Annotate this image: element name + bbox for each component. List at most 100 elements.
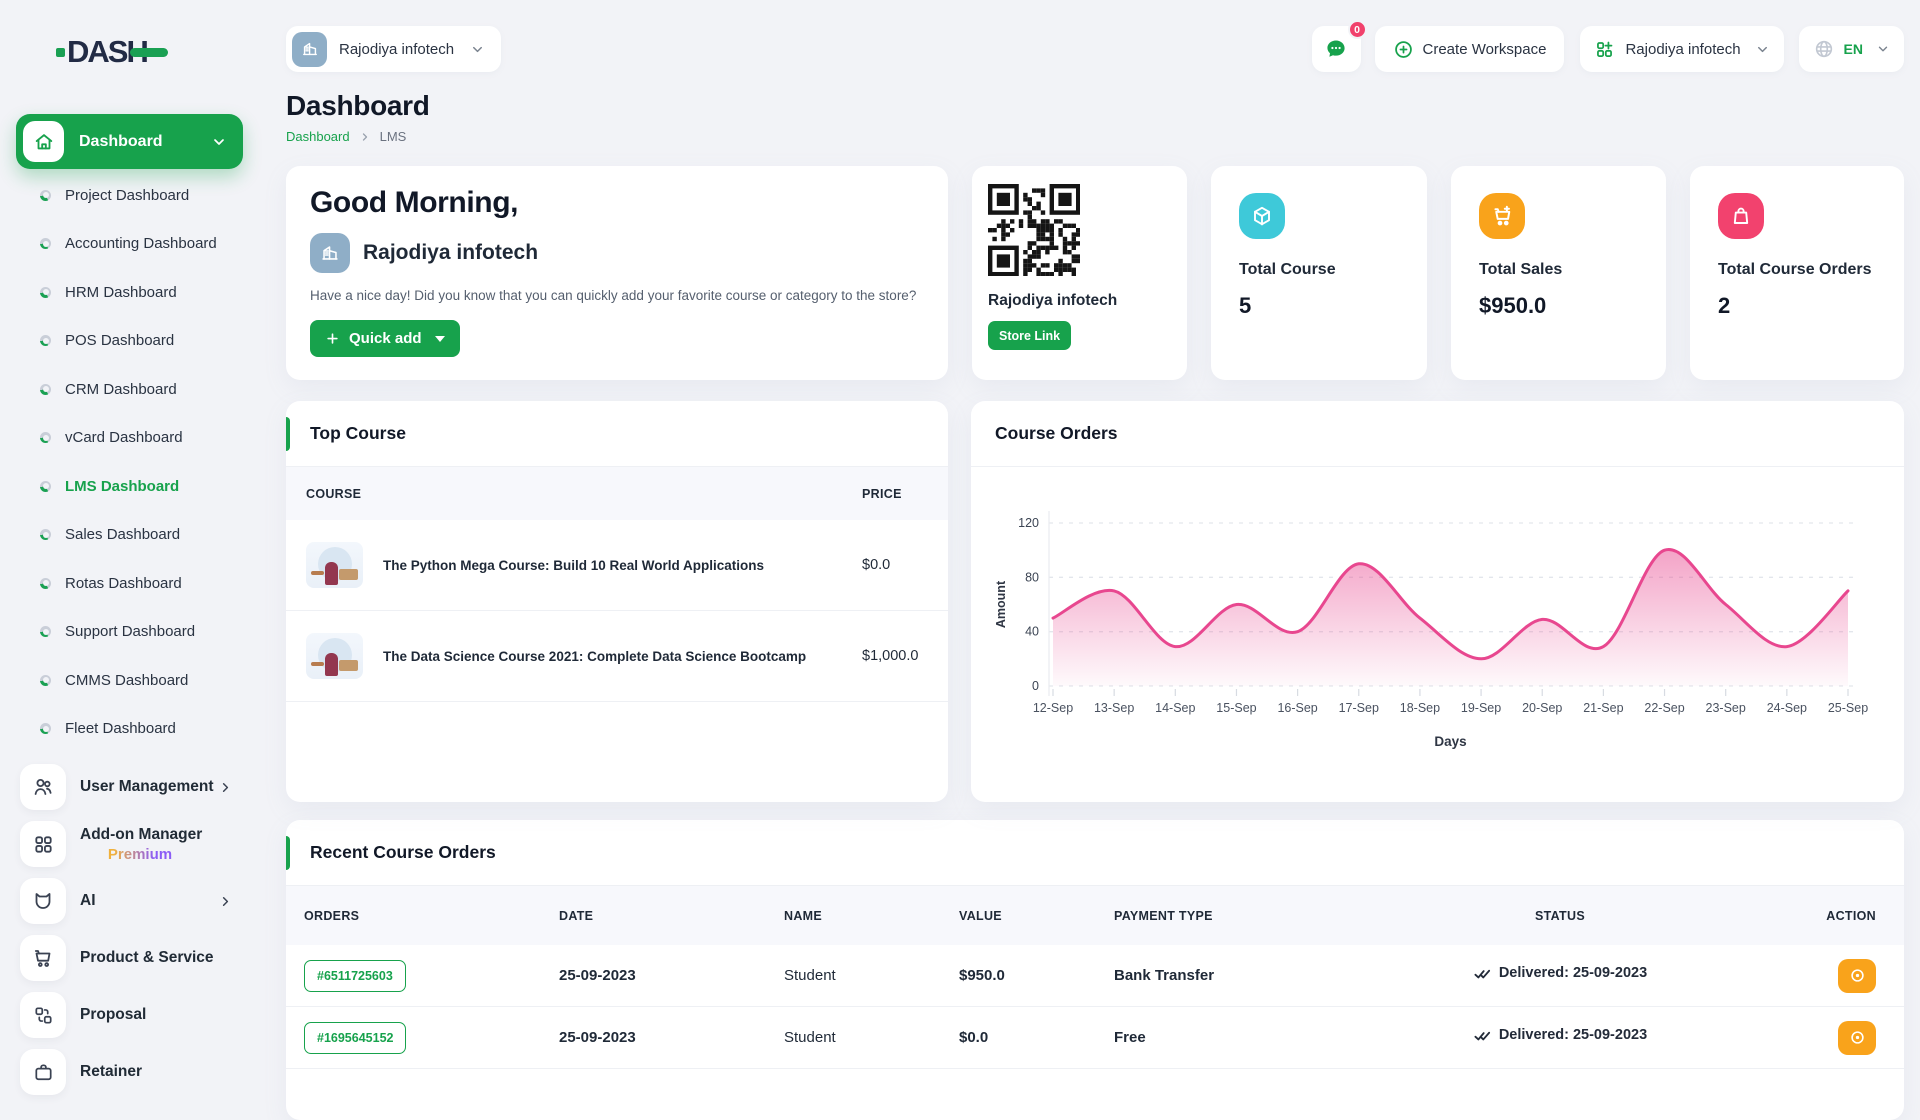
sidebar-item-label: HRM Dashboard (65, 284, 177, 301)
chevron-down-icon (1876, 42, 1890, 56)
create-workspace-button[interactable]: Create Workspace (1375, 26, 1565, 72)
view-order-button[interactable] (1838, 959, 1876, 993)
column-header-course: COURSE (306, 487, 862, 501)
course-thumbnail (306, 542, 363, 588)
sidebar-item-accounting-dashboard[interactable]: Accounting Dashboard (0, 220, 259, 269)
sidebar-item-pos-dashboard[interactable]: POS Dashboard (0, 317, 259, 366)
order-value: $950.0 (959, 967, 1114, 984)
sidebar-item-label: vCard Dashboard (65, 429, 183, 446)
brand-logo[interactable]: DASH (56, 34, 259, 70)
sidebar-item-fleet-dashboard[interactable]: Fleet Dashboard (0, 705, 259, 754)
bullet-icon (40, 529, 51, 540)
workspace-menu-label: Rajodiya infotech (1625, 41, 1740, 58)
page-title: Dashboard (286, 90, 1904, 122)
sidebar-item-vcard-dashboard[interactable]: vCard Dashboard (0, 414, 259, 463)
column-header-payment-type: PAYMENT TYPE (1114, 909, 1354, 923)
logo-dash-icon (130, 48, 168, 57)
column-header-status: STATUS (1354, 909, 1766, 923)
workspace-chip-label: Rajodiya infotech (339, 41, 454, 58)
sidebar-item-user-management[interactable]: User Management (20, 764, 247, 810)
quick-add-button[interactable]: Quick add (310, 320, 460, 357)
stat-value: $950.0 (1479, 293, 1638, 319)
cube-icon (1239, 193, 1285, 239)
stat-value: 2 (1718, 293, 1876, 319)
topbar: Rajodiya infotech 0 Create Workspace Raj… (286, 26, 1904, 72)
cart-icon (20, 935, 66, 981)
sidebar-item-product-service[interactable]: Product & Service (20, 935, 247, 981)
language-selector[interactable]: EN (1799, 26, 1904, 72)
sidebar-item-label: Accounting Dashboard (65, 235, 217, 252)
svg-text:24-Sep: 24-Sep (1767, 701, 1807, 715)
bullet-icon (40, 481, 51, 492)
chevron-right-icon (359, 131, 371, 143)
top-course-title: Top Course (310, 423, 406, 444)
svg-text:16-Sep: 16-Sep (1277, 701, 1317, 715)
logo-dot-icon (56, 48, 65, 57)
sidebar-item-sales-dashboard[interactable]: Sales Dashboard (0, 511, 259, 560)
stat-label: Total Course Orders (1718, 261, 1876, 279)
svg-text:15-Sep: 15-Sep (1216, 701, 1256, 715)
order-id-link[interactable]: #1695645152 (304, 1022, 406, 1054)
svg-text:13-Sep: 13-Sep (1094, 701, 1134, 715)
sidebar-item-support-dashboard[interactable]: Support Dashboard (0, 608, 259, 657)
breadcrumb-link-dashboard[interactable]: Dashboard (286, 129, 350, 144)
sidebar-item-hrm-dashboard[interactable]: HRM Dashboard (0, 268, 259, 317)
swap-icon (20, 992, 66, 1038)
view-order-button[interactable] (1838, 1021, 1876, 1055)
workspace-chip[interactable]: Rajodiya infotech (286, 26, 501, 72)
plus-icon (325, 331, 340, 346)
sidebar-item-project-dashboard[interactable]: Project Dashboard (0, 171, 259, 220)
sidebar-item-lms-dashboard[interactable]: LMS Dashboard (0, 462, 259, 511)
breadcrumb-current: LMS (380, 129, 407, 144)
sidebar-item-ai[interactable]: AI (20, 878, 247, 924)
sidebar: DASH Dashboard Project Dashboard Accounti… (0, 0, 259, 1080)
stat-card-total-sales: Total Sales$950.0 (1451, 166, 1666, 380)
top-course-table-header: COURSE PRICE (286, 467, 948, 520)
workspace-menu[interactable]: Rajodiya infotech (1580, 26, 1783, 72)
svg-text:21-Sep: 21-Sep (1583, 701, 1623, 715)
bullet-icon (40, 723, 51, 734)
bot-icon (20, 878, 66, 924)
svg-text:0: 0 (1032, 679, 1039, 693)
svg-text:25-Sep: 25-Sep (1828, 701, 1868, 715)
bullet-icon (40, 335, 51, 346)
sidebar-item-label: Rotas Dashboard (65, 575, 182, 592)
order-status: Delivered: 25-09-2023 (1473, 1026, 1647, 1045)
svg-text:80: 80 (1025, 570, 1039, 584)
svg-text:20-Sep: 20-Sep (1522, 701, 1562, 715)
bullet-icon (40, 190, 51, 201)
course-orders-title: Course Orders (995, 423, 1118, 444)
chevron-right-icon (218, 780, 233, 795)
course-price: $0.0 (862, 557, 948, 573)
caret-down-icon (435, 336, 445, 342)
course-price: $1,000.0 (862, 648, 948, 664)
language-code: EN (1844, 41, 1863, 57)
premium-badge: Premium (80, 846, 200, 863)
bullet-icon (40, 432, 51, 443)
svg-text:14-Sep: 14-Sep (1155, 701, 1195, 715)
sidebar-item-crm-dashboard[interactable]: CRM Dashboard (0, 365, 259, 414)
sidebar-item-cmms-dashboard[interactable]: CMMS Dashboard (0, 656, 259, 705)
column-header-name: NAME (784, 909, 959, 923)
column-header-price: PRICE (862, 487, 948, 501)
sidebar-item-proposal[interactable]: Proposal (20, 992, 247, 1038)
bullet-icon (40, 578, 51, 589)
order-id-link[interactable]: #6511725603 (304, 960, 406, 992)
sidebar-item-rotas-dashboard[interactable]: Rotas Dashboard (0, 559, 259, 608)
table-row: #169564515225-09-2023Student$0.0FreeDeli… (286, 1007, 1904, 1069)
sidebar-section-label: AI (80, 892, 218, 910)
store-link-button[interactable]: Store Link (988, 321, 1071, 350)
notifications-button[interactable]: 0 (1312, 26, 1361, 72)
stat-card-total-course: Total Course5 (1211, 166, 1427, 380)
greeting-message: Have a nice day! Did you know that you c… (310, 288, 924, 303)
table-row: The Python Mega Course: Build 10 Real Wo… (286, 520, 948, 611)
sidebar-active-label: Dashboard (79, 133, 211, 151)
status-text: Delivered: 25-09-2023 (1499, 1027, 1647, 1043)
sidebar-item-retainer[interactable]: Retainer (20, 1049, 247, 1095)
qr-code-image (988, 184, 1171, 281)
briefcase-icon (20, 1049, 66, 1095)
sidebar-item-dashboard[interactable]: Dashboard (16, 114, 243, 169)
sidebar-item-add-on-manager[interactable]: Add-on ManagerPremium (20, 821, 247, 867)
status-text: Delivered: 25-09-2023 (1499, 965, 1647, 981)
double-check-icon (1473, 964, 1492, 983)
